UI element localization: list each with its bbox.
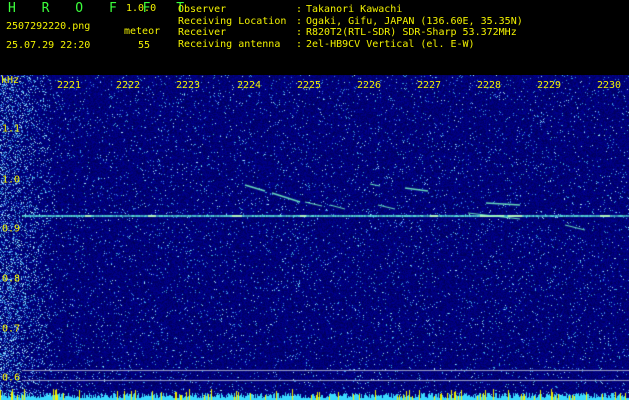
info-row-receiver: Receiver: R820T2(RTL-SDR) SDR-Sharp 53.37… xyxy=(178,27,517,38)
x-tick-label: 2223 xyxy=(175,80,201,91)
meteor-label: meteor xyxy=(124,26,161,37)
meteor-count: 55 xyxy=(138,40,151,51)
info-row-observer: Observer: Takanori Kawachi xyxy=(178,4,403,15)
y-tick-label: 0.7 xyxy=(2,323,21,335)
x-tick-label: 2226 xyxy=(356,80,382,91)
station-info: Observer: Takanori Kawachi Receiving Loca… xyxy=(178,4,523,50)
app-version: 1.0.0 xyxy=(126,3,157,14)
x-tick-label: 2230 xyxy=(596,80,622,91)
app-title: H R O F F T xyxy=(8,1,194,16)
x-tick-label: 2224 xyxy=(236,80,262,91)
file-name: 2507292220.png xyxy=(6,21,91,32)
info-row-antenna: Receiving antenna:2el-HB9CV Vertical (el… xyxy=(178,38,475,50)
y-tick-label: 1.1 xyxy=(2,123,21,135)
y-tick-label: 0.6 xyxy=(2,372,21,384)
info-row-location: Receiving Location: Ogaki, Gifu, JAPAN (1… xyxy=(178,15,523,27)
capture-datetime: 25.07.29 22:20 xyxy=(6,40,91,51)
spectrogram-canvas xyxy=(0,75,629,400)
x-tick-label: 2227 xyxy=(416,80,442,91)
y-axis-unit: kHz xyxy=(1,75,20,86)
y-tick-label: 0.8 xyxy=(2,273,21,285)
x-tick-label: 2221 xyxy=(56,80,82,91)
x-tick-label: 2229 xyxy=(536,80,562,91)
x-tick-label: 2222 xyxy=(115,80,141,91)
header-panel: H R O F F T 1.0.0 2507292220.png 25.07.2… xyxy=(0,0,629,75)
y-tick-label: 1.0 xyxy=(2,174,21,186)
x-tick-label: 2225 xyxy=(296,80,322,91)
x-tick-label: 2228 xyxy=(476,80,502,91)
y-tick-label: 0.9 xyxy=(2,223,21,235)
